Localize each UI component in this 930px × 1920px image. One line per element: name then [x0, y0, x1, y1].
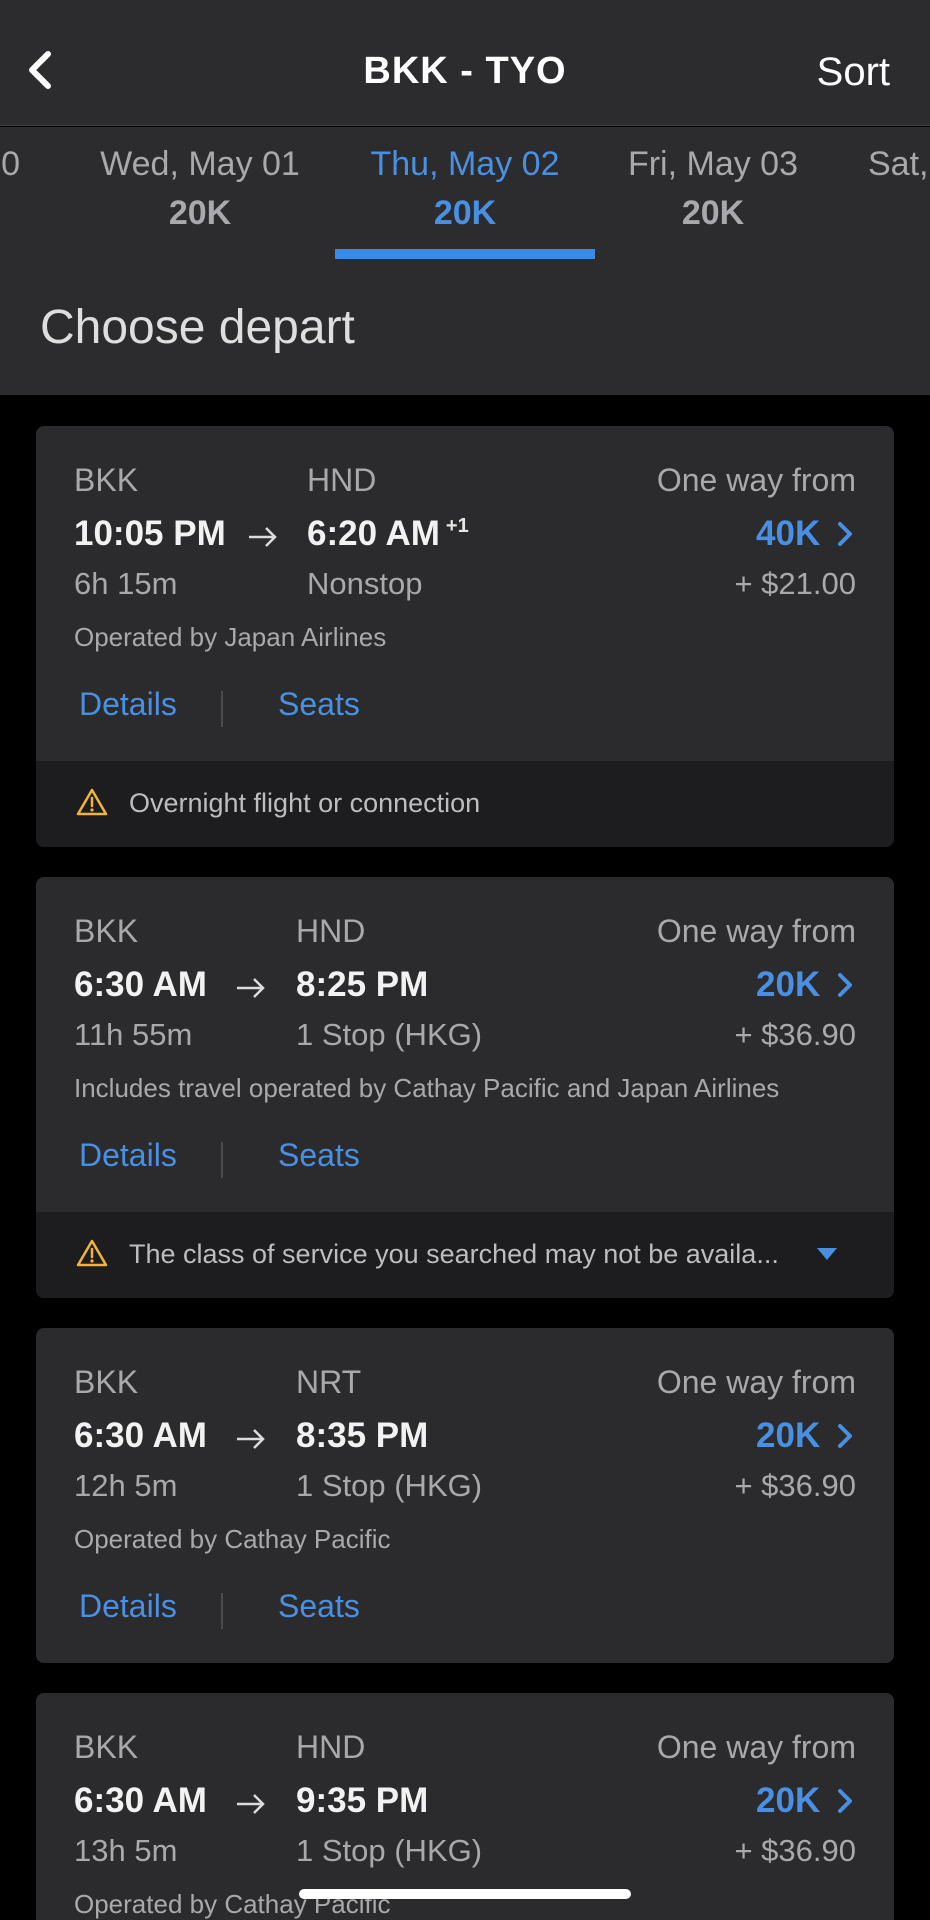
origin-code: BKK	[74, 1729, 139, 1765]
stops: 1 Stop (HKG)	[296, 1017, 483, 1052]
date-tab-price: 20K	[681, 194, 745, 232]
date-tab-label: Sat,	[868, 145, 929, 183]
origin-code: BKK	[74, 913, 139, 949]
date-tab-price: 20K	[433, 194, 497, 232]
warning-bar: Overnight flight or connection	[36, 761, 894, 847]
next-day-badge: +1	[445, 515, 469, 538]
destination-code: HND	[296, 1729, 366, 1765]
seats-link[interactable]: Seats	[278, 686, 360, 723]
price-miles-button[interactable]: 40K	[756, 514, 856, 554]
section-title: Choose depart	[40, 301, 355, 354]
operated-by: Includes travel operated by Cathay Pacif…	[74, 1073, 780, 1103]
taxes-fee: + $21.00	[734, 566, 856, 601]
taxes-fee: + $36.90	[734, 1017, 856, 1052]
taxes-fee: + $36.90	[734, 1833, 856, 1868]
home-indicator	[299, 1889, 631, 1899]
duration: 13h 5m	[74, 1833, 178, 1868]
destination-code: HND	[296, 913, 366, 949]
price-miles: 40K	[756, 514, 821, 553]
arrow-right-icon	[237, 1794, 265, 1814]
price-miles-button[interactable]: 20K	[756, 1416, 856, 1456]
price-miles: 20K	[756, 965, 821, 1004]
seats-link[interactable]: Seats	[278, 1137, 360, 1174]
arrow-right-icon	[249, 527, 277, 547]
duration: 11h 55m	[74, 1017, 193, 1052]
chevron-right-icon	[838, 1424, 852, 1448]
operated-by: Operated by Japan Airlines	[74, 622, 387, 652]
price-miles-button[interactable]: 20K	[756, 965, 856, 1005]
date-tab-label: Thu, May 02	[370, 145, 560, 183]
arrow-right-icon	[237, 1429, 265, 1449]
price-label: One way from	[656, 1364, 856, 1400]
link-divider	[221, 1142, 223, 1178]
seats-link[interactable]: Seats	[278, 1588, 360, 1625]
arrow-right-icon	[237, 978, 265, 998]
date-selector: 30 Wed, May 01 20K Thu, May 02 20K Fri, …	[0, 127, 930, 260]
operated-by: Operated by Cathay Pacific	[74, 1524, 391, 1554]
arrive-time: 8:35 PM	[296, 1416, 429, 1455]
destination-code: HND	[307, 462, 377, 498]
depart-time: 6:30 AM	[74, 1781, 207, 1820]
stops: Nonstop	[307, 566, 423, 601]
section-header: Choose depart	[0, 260, 930, 395]
depart-time: 6:30 AM	[74, 1416, 207, 1455]
warning-text: The class of service you searched may no…	[129, 1239, 779, 1269]
price-miles-button[interactable]: 20K	[756, 1781, 856, 1821]
date-tab-may-03[interactable]: Fri, May 03 20K	[583, 145, 843, 233]
date-tab-label: 30	[0, 145, 20, 183]
flight-card[interactable]: BKK HND One way from 6:30 AM 9:35 PM 20K…	[36, 1693, 894, 1920]
link-divider	[221, 1593, 223, 1629]
date-tab-price: 20K	[168, 194, 232, 232]
depart-time: 10:05 PM	[74, 514, 226, 553]
warning-bar[interactable]: The class of service you searched may no…	[36, 1212, 894, 1298]
price-miles: 20K	[756, 1781, 821, 1820]
selected-date-indicator	[335, 249, 595, 259]
date-tab-partial-right[interactable]: Sat,	[868, 145, 930, 194]
price-miles: 20K	[756, 1416, 821, 1455]
price-label: One way from	[656, 462, 856, 498]
details-link[interactable]: Details	[79, 1137, 177, 1174]
route-title: BKK - TYO	[363, 50, 567, 92]
arrive-time: 9:35 PM	[296, 1781, 429, 1820]
arrive-time: 8:25 PM	[296, 965, 429, 1004]
duration: 12h 5m	[74, 1468, 178, 1503]
price-label: One way from	[656, 1729, 856, 1765]
origin-code: BKK	[74, 1364, 139, 1400]
sort-button[interactable]: Sort	[817, 50, 890, 95]
flight-card[interactable]: BKK HND One way from 10:05 PM 6:20 AM +1 …	[36, 426, 894, 847]
chevron-right-icon	[838, 522, 852, 546]
top-bar: BKK - TYO Sort	[0, 0, 930, 126]
date-tab-label: Wed, May 01	[100, 145, 300, 183]
arrive-time: 6:20 AM	[307, 514, 440, 553]
origin-code: BKK	[74, 462, 139, 498]
flight-card[interactable]: BKK HND One way from 6:30 AM 8:25 PM 20K…	[36, 877, 894, 1298]
flight-card[interactable]: BKK NRT One way from 6:30 AM 8:35 PM 20K…	[36, 1328, 894, 1663]
arrive-time-group: 6:20 AM +1	[307, 514, 469, 554]
duration: 6h 15m	[74, 566, 178, 601]
taxes-fee: + $36.90	[734, 1468, 856, 1503]
chevron-right-icon	[838, 1789, 852, 1813]
stops: 1 Stop (HKG)	[296, 1833, 483, 1868]
caret-down-icon[interactable]	[816, 1246, 838, 1262]
date-tab-partial-left[interactable]: 30	[0, 145, 20, 194]
link-divider	[221, 691, 223, 727]
warning-triangle-icon	[76, 788, 108, 816]
details-link[interactable]: Details	[79, 686, 177, 723]
price-label: One way from	[656, 913, 856, 949]
app-screen: BKK - TYO Sort 30 Wed, May 01 20K Thu, M…	[0, 0, 930, 1920]
details-link[interactable]: Details	[79, 1588, 177, 1625]
stops: 1 Stop (HKG)	[296, 1468, 483, 1503]
destination-code: NRT	[296, 1364, 362, 1400]
depart-time: 6:30 AM	[74, 965, 207, 1004]
date-tab-label: Fri, May 03	[627, 145, 799, 183]
warning-triangle-icon	[76, 1239, 108, 1267]
warning-text: Overnight flight or connection	[129, 788, 481, 818]
chevron-right-icon	[838, 973, 852, 997]
date-tab-may-02[interactable]: Thu, May 02 20K	[335, 145, 595, 233]
date-tab-may-01[interactable]: Wed, May 01 20K	[70, 145, 330, 233]
